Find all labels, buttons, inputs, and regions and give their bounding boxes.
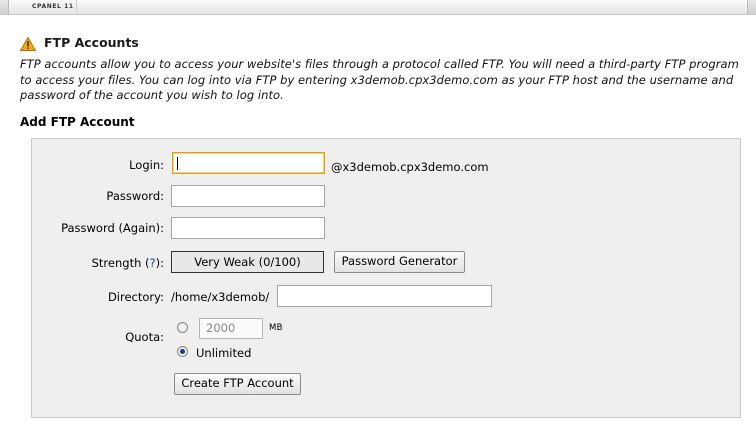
password-label: Password:: [106, 189, 164, 203]
strength-label-text: Strength (: [91, 256, 150, 270]
strength-label: Strength (?):: [92, 256, 164, 270]
password-again-input[interactable]: [171, 217, 325, 239]
password-generator-button[interactable]: Password Generator: [334, 251, 465, 273]
quota-limited-radio[interactable]: [177, 322, 188, 333]
directory-input[interactable]: [277, 285, 492, 307]
cpanel-brand-label: CPANEL 11: [32, 3, 74, 10]
quota-label: Quota:: [125, 330, 164, 344]
quota-unlimited-label: Unlimited: [196, 346, 252, 360]
password-input[interactable]: [171, 185, 325, 207]
page-description: FTP accounts allow you to access your we…: [20, 57, 739, 102]
quota-unlimited-radio[interactable]: [177, 346, 188, 357]
domain-suffix: @x3demob.cpx3demo.com: [331, 160, 489, 174]
password-again-label: Password (Again):: [61, 221, 164, 235]
quota-input[interactable]: 2000: [199, 318, 263, 339]
text-caret: [177, 157, 178, 170]
header-left-cap: [0, 0, 9, 14]
add-ftp-account-panel: [31, 138, 741, 418]
cpanel-header-bar: CPANEL 11: [0, 0, 756, 15]
directory-label: Directory:: [107, 290, 164, 304]
password-strength-meter: Very Weak (0/100): [171, 251, 324, 273]
header-right-cap: [747, 0, 756, 14]
strength-label-end: ):: [155, 256, 164, 270]
quota-unit-label: MB: [269, 323, 283, 333]
create-ftp-account-button[interactable]: Create FTP Account: [174, 373, 301, 395]
radio-selected-dot: [180, 349, 185, 354]
login-label: Login:: [129, 158, 164, 172]
login-input[interactable]: [172, 152, 325, 174]
warning-triangle-icon: [20, 37, 36, 51]
directory-prefix: /home/x3demob/: [171, 290, 270, 304]
add-ftp-account-heading: Add FTP Account: [20, 115, 135, 129]
page-title: FTP Accounts: [44, 35, 139, 50]
